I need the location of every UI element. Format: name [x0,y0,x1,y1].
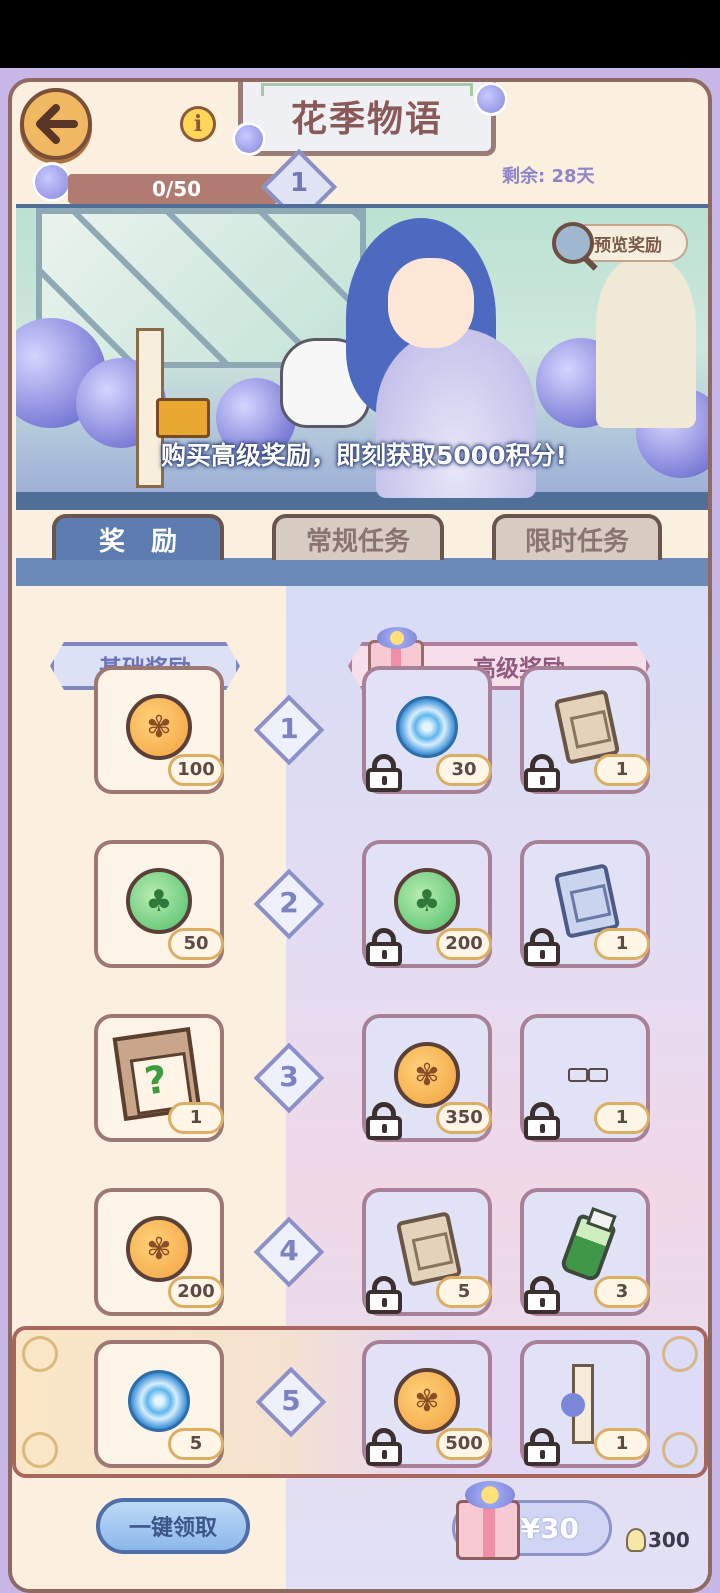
back-button[interactable] [20,88,92,160]
reward-quantity: 1 [594,928,650,960]
lock-icon [364,1276,404,1314]
promo-banner: 预览奖励 购买高级奖励，即刻获取5000积分! [16,204,708,510]
hydrangea-icon [32,162,72,202]
battle-pass-panel: i 花季物语 0/50 1 剩余: 28天 预览奖励 购买高级奖励，即刻获取50… [8,78,712,1593]
lock-icon [522,1102,562,1140]
green-coin-icon: ♣ [126,868,192,934]
blue-swirl-icon [128,1370,190,1432]
arrow-left-icon [36,104,78,144]
tab-underline [16,558,708,586]
reward-quantity: 5 [168,1428,224,1460]
preview-rewards-label: 预览奖励 [594,235,662,256]
hydrangea-decoration [474,82,508,116]
cat-statue [596,258,696,428]
gift-box-icon [456,1481,520,1560]
info-icon[interactable]: i [180,106,216,142]
lock-icon [522,754,562,792]
advanced-reward-1a[interactable]: 30 [362,666,492,794]
reward-quantity: 350 [436,1102,492,1134]
advanced-reward-5b[interactable]: 1 [520,1340,650,1468]
orange-coin-icon: ✾ [394,1368,460,1434]
advanced-reward-2a[interactable]: ♣ 200 [362,840,492,968]
reward-quantity: 30 [436,754,492,786]
current-level-number: 1 [289,168,309,198]
glasses-icon [566,1068,610,1082]
blue-swirl-icon [396,696,458,758]
reward-quantity: 1 [594,1428,650,1460]
lock-icon [522,1276,562,1314]
remaining-value: 28天 [551,166,595,187]
hydrangea-decoration [232,122,266,156]
basic-reward-5[interactable]: 5 [94,1340,224,1468]
ornament-icon [662,1432,698,1468]
orange-coin-icon: ✾ [126,1216,192,1282]
basic-reward-4[interactable]: ✾ 200 [94,1188,224,1316]
advanced-reward-3b[interactable]: 1 [520,1014,650,1142]
lamp-post-icon [561,1364,594,1444]
reward-quantity: 500 [436,1428,492,1460]
orange-coin-icon: ✾ [394,1042,460,1108]
lock-icon [522,1428,562,1466]
points-count: 300 [648,1528,690,1552]
advanced-reward-3a[interactable]: ✾ 350 [362,1014,492,1142]
lock-icon [364,928,404,966]
level-number: 2 [279,886,299,919]
ornament-icon [22,1432,58,1468]
advanced-reward-2b[interactable]: 1 [520,840,650,968]
ornament-icon [662,1336,698,1372]
basic-reward-2[interactable]: ♣ 50 [94,840,224,968]
advanced-reward-4b[interactable]: 3 [520,1188,650,1316]
page-title: 花季物语 [290,98,443,140]
title-board: 花季物语 [238,82,496,156]
tab-regular-tasks[interactable]: 常规任务 [272,514,444,560]
advanced-reward-5a[interactable]: ✾ 500 [362,1340,492,1468]
outer-frame: i 花季物语 0/50 1 剩余: 28天 预览奖励 购买高级奖励，即刻获取50… [0,68,720,1593]
promo-text: 购买高级奖励，即刻获取5000积分! [161,441,567,470]
green-coin-icon: ♣ [394,868,460,934]
magnifier-icon [552,222,594,264]
level-number: 5 [281,1384,301,1417]
lightbulb-icon [626,1528,646,1552]
orange-coin-icon: ✾ [126,694,192,760]
character-dress [376,328,536,498]
reward-quantity: 1 [168,1102,224,1134]
preview-rewards-button[interactable]: 预览奖励 [552,222,688,264]
reward-quantity: 1 [594,754,650,786]
basic-reward-1[interactable]: ✾ 100 [94,666,224,794]
reward-quantity: 5 [436,1276,492,1308]
game-screen: i 花季物语 0/50 1 剩余: 28天 预览奖励 购买高级奖励，即刻获取50… [0,0,720,1593]
level-number: 1 [279,712,299,745]
level-number: 3 [279,1060,299,1093]
lock-icon [364,1428,404,1466]
reward-quantity: 200 [436,928,492,960]
progress-text: 0/50 [152,177,202,201]
reward-quantity: 3 [594,1276,650,1308]
claim-all-button[interactable]: 一键领取 [96,1498,250,1554]
ornament-icon [22,1336,58,1372]
reward-quantity: 200 [168,1276,224,1308]
advanced-reward-4a[interactable]: 5 [362,1188,492,1316]
advanced-reward-1b[interactable]: 1 [520,666,650,794]
level-number: 4 [279,1234,299,1267]
character-face [388,258,474,348]
tab-limited-tasks[interactable]: 限时任务 [492,514,662,560]
basic-reward-3[interactable]: ? 1 [94,1014,224,1142]
mailbox [156,398,210,438]
reward-quantity: 1 [594,1102,650,1134]
lock-icon [364,1102,404,1140]
lock-icon [522,928,562,966]
reward-quantity: 100 [168,754,224,786]
green-bottle-icon [558,1212,618,1284]
tab-rewards[interactable]: 奖 励 [52,514,224,560]
reward-quantity: 50 [168,928,224,960]
remaining-label: 剩余: [502,166,546,187]
lock-icon [364,754,404,792]
remaining-time: 剩余: 28天 [502,162,595,188]
